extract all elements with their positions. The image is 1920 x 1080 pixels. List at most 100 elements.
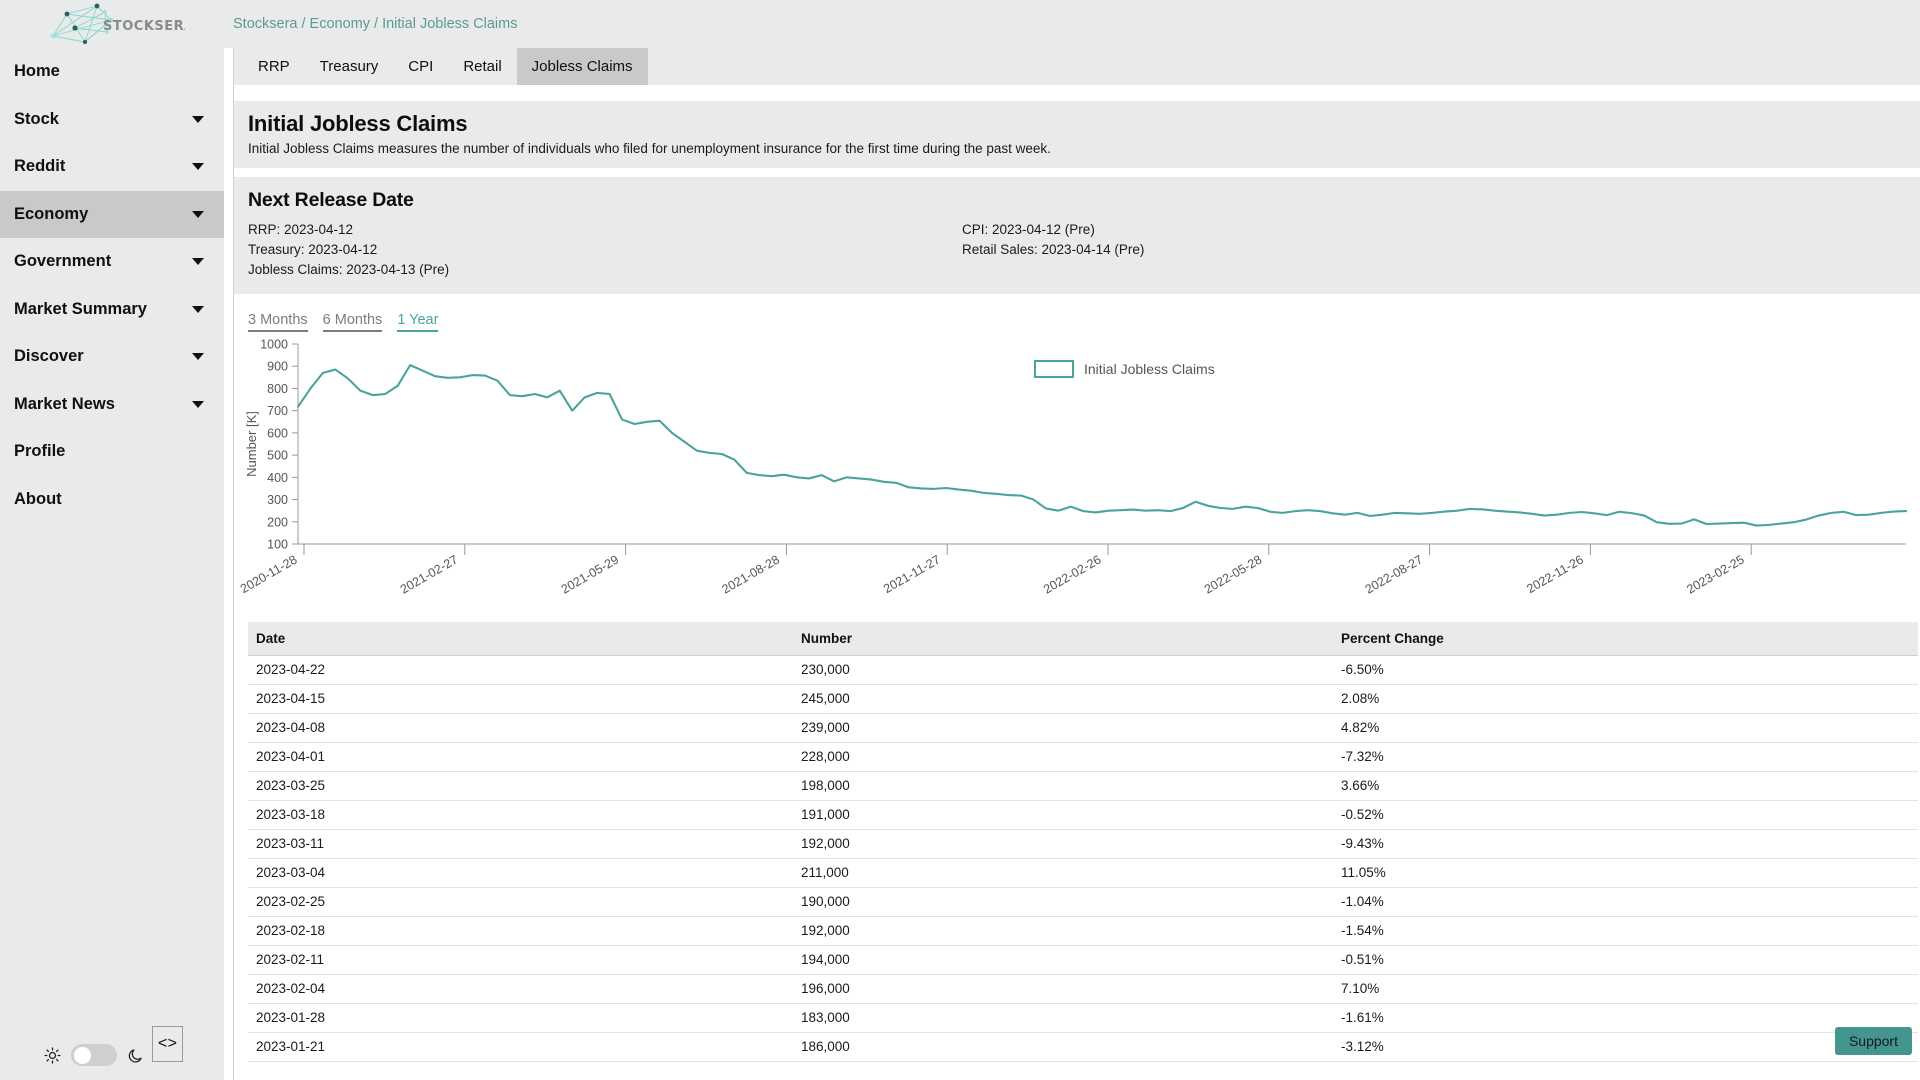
panel-divider xyxy=(234,168,1920,177)
range-button-1-year[interactable]: 1 Year xyxy=(397,312,438,332)
table-row[interactable]: 2023-04-08239,0004.82% xyxy=(248,713,1918,742)
logo-wordmark: STOCKSERA xyxy=(103,19,185,34)
code-view-toggle-button[interactable]: <> xyxy=(152,1026,183,1062)
cell-date: 2023-02-25 xyxy=(248,887,793,916)
y-tick-label: 100 xyxy=(267,537,288,551)
release-line-rrp: RRP: 2023-04-12 xyxy=(248,220,962,240)
moon-icon xyxy=(127,1047,144,1064)
chevron-down-icon xyxy=(192,306,204,313)
cell-number: 186,000 xyxy=(793,1032,1333,1061)
cell-percent-change: -1.54% xyxy=(1333,916,1918,945)
sidebar-item-stock[interactable]: Stock xyxy=(0,96,224,144)
cell-number: 190,000 xyxy=(793,887,1333,916)
sidebar-item-market-news[interactable]: Market News xyxy=(0,381,224,429)
table-row[interactable]: 2023-02-11194,000-0.51% xyxy=(248,945,1918,974)
range-button-6-months[interactable]: 6 Months xyxy=(323,312,383,332)
tab-treasury[interactable]: Treasury xyxy=(305,48,394,85)
table-row[interactable]: 2023-03-25198,0003.66% xyxy=(248,771,1918,800)
x-tick-label: 2022-02-26 xyxy=(1041,552,1103,596)
table-head: Date Number Percent Change xyxy=(248,622,1918,656)
column-header-date[interactable]: Date xyxy=(248,622,793,656)
table-row[interactable]: 2023-02-18192,000-1.54% xyxy=(248,916,1918,945)
sidebar-item-economy[interactable]: Economy xyxy=(0,191,224,239)
sidebar-item-label: Market News xyxy=(14,395,192,414)
sidebar-item-label: Economy xyxy=(14,205,192,224)
table-header-row: Date Number Percent Change xyxy=(248,622,1918,656)
chevron-down-icon xyxy=(192,353,204,360)
table-row[interactable]: 2023-03-18191,000-0.52% xyxy=(248,800,1918,829)
sidebar-item-label: Government xyxy=(14,252,192,271)
panel-divider xyxy=(234,86,1920,95)
x-tick-label: 2021-02-27 xyxy=(398,552,460,596)
sidebar-item-label: Stock xyxy=(14,110,192,129)
release-line-cpi: CPI: 2023-04-12 (Pre) xyxy=(962,220,1144,240)
tab-retail[interactable]: Retail xyxy=(448,48,516,85)
cell-percent-change: 11.05% xyxy=(1333,858,1918,887)
cell-percent-change: -0.51% xyxy=(1333,945,1918,974)
cell-percent-change: -9.43% xyxy=(1333,829,1918,858)
sidebar-item-label: Market Summary xyxy=(14,300,192,319)
sidebar-item-government[interactable]: Government xyxy=(0,238,224,286)
column-header-number[interactable]: Number xyxy=(793,622,1333,656)
cell-number: 192,000 xyxy=(793,916,1333,945)
sidebar-item-home[interactable]: Home xyxy=(0,48,224,96)
sidebar-item-market-summary[interactable]: Market Summary xyxy=(0,286,224,334)
brand-logo[interactable]: STOCKSERA xyxy=(0,0,224,48)
tab-rrp[interactable]: RRP xyxy=(243,48,305,85)
next-release-panel: Next Release Date RRP: 2023-04-12 Treasu… xyxy=(234,177,1920,294)
theme-switch[interactable] xyxy=(71,1044,117,1066)
content-panel: RRP Treasury CPI Retail Jobless Claims I… xyxy=(233,48,1920,1080)
table-row[interactable]: 2023-03-04211,00011.05% xyxy=(248,858,1918,887)
cell-date: 2023-02-04 xyxy=(248,974,793,1003)
y-tick-label: 400 xyxy=(267,471,288,485)
jobless-claims-table: Date Number Percent Change 2023-04-22230… xyxy=(248,622,1918,1062)
breadcrumb: Stocksera / Economy / Initial Jobless Cl… xyxy=(224,0,1920,48)
range-button-3-months[interactable]: 3 Months xyxy=(248,312,308,332)
cell-date: 2023-02-18 xyxy=(248,916,793,945)
x-tick-label: 2023-02-25 xyxy=(1684,552,1746,596)
chevron-down-icon xyxy=(192,211,204,218)
x-tick-label: 2021-11-27 xyxy=(881,552,943,596)
cell-percent-change: -7.32% xyxy=(1333,742,1918,771)
cell-percent-change: 4.82% xyxy=(1333,713,1918,742)
column-header-percent-change[interactable]: Percent Change xyxy=(1333,622,1918,656)
jobless-claims-line-chart: 1002003004005006007008009001000Number [K… xyxy=(234,332,1914,622)
main-area: Stocksera / Economy / Initial Jobless Cl… xyxy=(224,0,1920,1080)
table-row[interactable]: 2023-03-11192,000-9.43% xyxy=(248,829,1918,858)
cell-date: 2023-03-18 xyxy=(248,800,793,829)
table-row[interactable]: 2023-02-25190,000-1.04% xyxy=(248,887,1918,916)
sidebar-item-about[interactable]: About xyxy=(0,476,224,524)
chevron-down-icon xyxy=(192,401,204,408)
support-button[interactable]: Support xyxy=(1835,1027,1912,1055)
chevron-down-icon xyxy=(192,258,204,265)
sidebar-item-profile[interactable]: Profile xyxy=(0,428,224,476)
table-row[interactable]: 2023-01-28183,000-1.61% xyxy=(248,1003,1918,1032)
cell-percent-change: -6.50% xyxy=(1333,655,1918,684)
table-row[interactable]: 2023-02-04196,0007.10% xyxy=(248,974,1918,1003)
cell-date: 2023-04-08 xyxy=(248,713,793,742)
table-row[interactable]: 2023-04-01228,000-7.32% xyxy=(248,742,1918,771)
sidebar-item-label: Home xyxy=(14,62,208,81)
sun-icon xyxy=(44,1047,61,1064)
cell-number: 192,000 xyxy=(793,829,1333,858)
tab-jobless-claims[interactable]: Jobless Claims xyxy=(517,48,648,85)
tab-cpi[interactable]: CPI xyxy=(393,48,448,85)
x-tick-label: 2020-11-28 xyxy=(238,552,300,596)
table-row[interactable]: 2023-04-22230,000-6.50% xyxy=(248,655,1918,684)
sidebar-item-label: Profile xyxy=(14,442,208,461)
release-line-jobless-claims: Jobless Claims: 2023-04-13 (Pre) xyxy=(248,260,962,280)
page-description: Initial Jobless Claims measures the numb… xyxy=(248,141,1920,156)
y-tick-label: 900 xyxy=(267,360,288,374)
table-body: 2023-04-22230,000-6.50%2023-04-15245,000… xyxy=(248,655,1918,1061)
theme-switch-knob xyxy=(74,1047,91,1064)
cell-percent-change: -0.52% xyxy=(1333,800,1918,829)
table-row[interactable]: 2023-04-15245,0002.08% xyxy=(248,684,1918,713)
cell-number: 211,000 xyxy=(793,858,1333,887)
breadcrumb-text[interactable]: Stocksera / Economy / Initial Jobless Cl… xyxy=(233,16,517,32)
sidebar-item-discover[interactable]: Discover xyxy=(0,333,224,381)
table-row[interactable]: 2023-01-21186,000-3.12% xyxy=(248,1032,1918,1061)
y-axis-title: Number [K] xyxy=(244,411,259,477)
page-header-panel: Initial Jobless Claims Initial Jobless C… xyxy=(234,101,1920,168)
sidebar-item-reddit[interactable]: Reddit xyxy=(0,143,224,191)
sidebar-item-label: About xyxy=(14,490,208,509)
